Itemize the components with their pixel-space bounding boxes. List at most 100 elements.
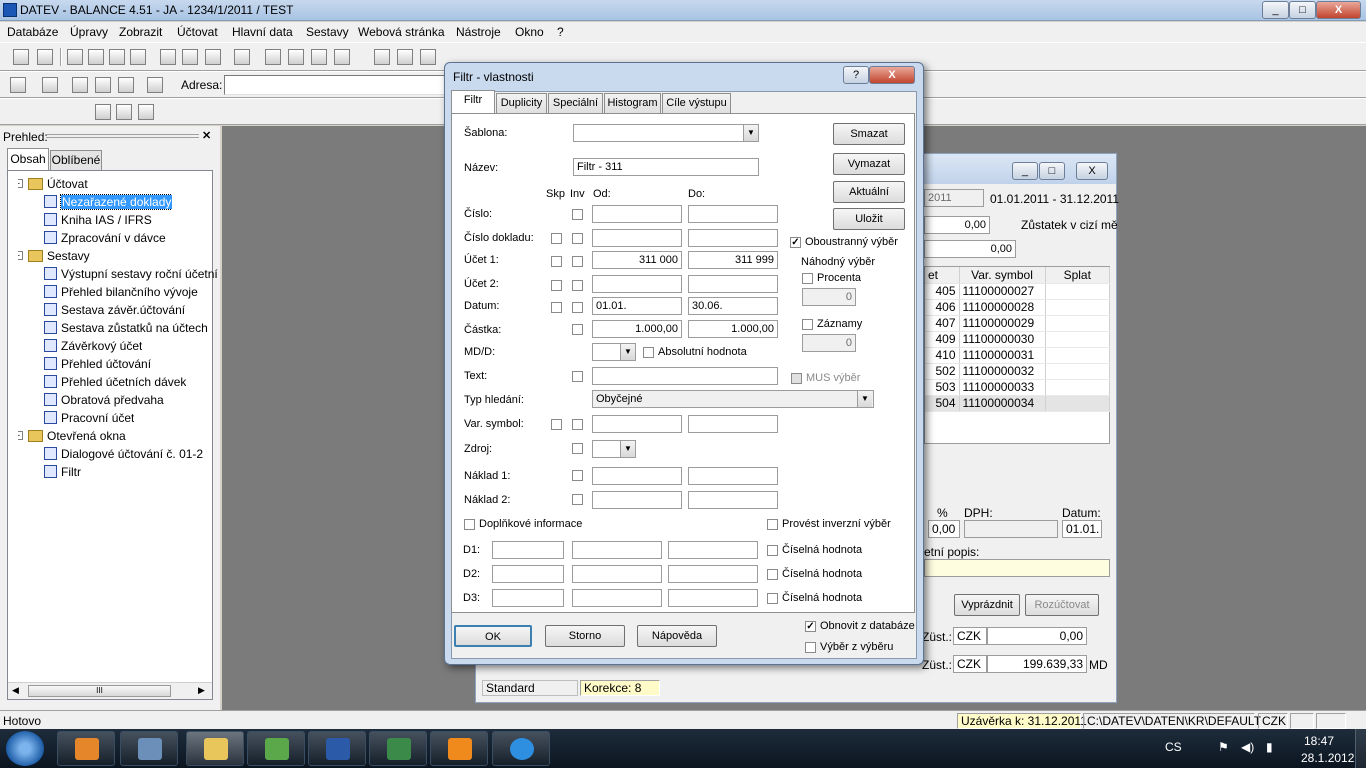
d3-input-2[interactable] (572, 589, 662, 607)
menu-zobrazit[interactable]: Zobrazit (119, 25, 162, 39)
smazat-button[interactable]: Smazat (833, 123, 905, 145)
zaznamy-checkbox[interactable] (802, 319, 813, 330)
table-row[interactable]: 407 11100000029 (925, 315, 1110, 332)
tree-item[interactable]: Sestava závěr.účtování (44, 301, 185, 319)
cut-icon[interactable] (109, 49, 125, 65)
cislo-dokladu-od-input[interactable] (592, 229, 682, 247)
castka-od-input[interactable]: 1.000,00 (592, 320, 682, 338)
aktualni-button[interactable]: Aktuální (833, 181, 905, 203)
taskbar-datev[interactable] (369, 731, 427, 766)
menu-help[interactable]: ? (557, 25, 564, 39)
tree-item[interactable]: Dialogové účtování č. 01-2 (44, 445, 203, 463)
refresh-icon[interactable] (95, 77, 111, 93)
properties-icon[interactable] (182, 49, 198, 65)
find-icon[interactable] (160, 49, 176, 65)
tree-item[interactable]: Filtr (44, 463, 81, 481)
napoveda-button[interactable]: Nápověda (637, 625, 717, 647)
taskbar-vlc[interactable] (430, 731, 488, 766)
bgwin-close-button[interactable]: X (1076, 162, 1108, 180)
ucet2-skp-checkbox[interactable] (551, 280, 562, 291)
procenta-input[interactable]: 0 (802, 288, 856, 306)
sidebar-grip[interactable] (46, 134, 199, 138)
var-symbol-inv-checkbox[interactable] (572, 419, 583, 430)
tab-filtr[interactable]: Filtr (451, 90, 495, 114)
print-icon[interactable] (67, 49, 83, 65)
procenta-checkbox[interactable] (802, 273, 813, 284)
vyprazdnit-button[interactable]: Vyprázdnit (954, 594, 1020, 616)
forward-icon[interactable] (42, 77, 58, 93)
zdroj-inv-checkbox[interactable] (572, 443, 583, 454)
absolutni-checkbox[interactable] (643, 347, 654, 358)
d3-input-1[interactable] (492, 589, 564, 607)
d2-input-2[interactable] (572, 565, 662, 583)
chart-icon[interactable] (311, 49, 327, 65)
naklad2-inv-checkbox[interactable] (572, 494, 583, 505)
edit-icon[interactable] (397, 49, 413, 65)
monitor-icon[interactable] (265, 49, 281, 65)
menu-sestavy[interactable]: Sestavy (306, 25, 349, 39)
sablona-dropdown-icon[interactable]: ▼ (743, 125, 758, 141)
table-row[interactable]: 405 11100000027 (925, 283, 1110, 300)
table-row[interactable]: 504 11100000034 (925, 395, 1110, 412)
tree-item[interactable]: Nezařazené doklady (44, 193, 173, 211)
clock-date[interactable]: 28.1.2012 (1301, 751, 1354, 765)
document-icon[interactable] (95, 104, 111, 120)
cislo-inv-checkbox[interactable] (572, 209, 583, 220)
start-button[interactable] (6, 731, 44, 766)
menu-uctovat[interactable]: Účtovat (177, 25, 218, 39)
ucet1-skp-checkbox[interactable] (551, 256, 562, 267)
zdroj-dropdown-icon[interactable]: ▼ (620, 441, 635, 457)
tree-item[interactable]: Kniha IAS / IFRS (44, 211, 152, 229)
new-icon[interactable] (13, 49, 29, 65)
text-input[interactable] (592, 367, 778, 385)
list-icon[interactable] (205, 49, 221, 65)
tab-oblibene[interactable]: Oblíbené (50, 150, 102, 170)
cislo-dokladu-do-input[interactable] (688, 229, 778, 247)
var-symbol-od-input[interactable] (592, 415, 682, 433)
datum-do-input[interactable]: 30.06. (688, 297, 778, 315)
table-row[interactable]: 502 11100000032 (925, 363, 1110, 380)
open-icon[interactable] (37, 49, 53, 65)
bgwin-maximize-button[interactable]: □ (1039, 162, 1065, 180)
collapse-icon[interactable]: - (18, 179, 23, 188)
d2-input-3[interactable] (668, 565, 758, 583)
cislo-dokladu-skp-checkbox[interactable] (551, 233, 562, 244)
bgwin-minimize-button[interactable]: _ (1012, 162, 1038, 180)
nazev-input[interactable]: Filtr - 311 (573, 158, 759, 176)
tree-item[interactable]: Pracovní účet (44, 409, 134, 427)
d1-input-3[interactable] (668, 541, 758, 559)
tree-item[interactable]: Obratová předvaha (44, 391, 164, 409)
tab-histogram[interactable]: Histogram (604, 93, 661, 113)
typ-hledani-select[interactable]: Obyčejné (592, 390, 874, 408)
table-row[interactable]: 503 11100000033 (925, 379, 1110, 396)
dialog-help-button[interactable]: ? (843, 66, 869, 84)
tree-hscrollbar[interactable]: ◀ III ▶ (8, 682, 212, 699)
d2-ciselna-checkbox[interactable] (767, 569, 778, 580)
castka-inv-checkbox[interactable] (572, 324, 583, 335)
taskbar-explorer[interactable] (186, 731, 244, 766)
pct-value[interactable]: 0,00 (928, 520, 960, 538)
typ-hledani-dropdown-icon[interactable]: ▼ (857, 391, 872, 407)
ucet1-inv-checkbox[interactable] (572, 256, 583, 267)
flag-icon[interactable]: ⚑ (1218, 740, 1229, 754)
tree-item[interactable]: Přehled účtování (44, 355, 151, 373)
mus-checkbox[interactable] (791, 373, 802, 384)
zaznamy-input[interactable]: 0 (802, 334, 856, 352)
address-input[interactable] (224, 75, 446, 95)
naklad2-od-input[interactable] (592, 491, 682, 509)
naklad1-od-input[interactable] (592, 467, 682, 485)
show-desktop-button[interactable] (1355, 729, 1366, 768)
castka-do-input[interactable]: 1.000,00 (688, 320, 778, 338)
d1-ciselna-checkbox[interactable] (767, 545, 778, 556)
naklad2-do-input[interactable] (688, 491, 778, 509)
volume-icon[interactable]: ◀) (1241, 740, 1254, 754)
popis-input[interactable] (924, 559, 1110, 577)
naklad1-inv-checkbox[interactable] (572, 470, 583, 481)
print-preview-icon[interactable] (88, 49, 104, 65)
stop-icon[interactable] (72, 77, 88, 93)
cislo-do-input[interactable] (688, 205, 778, 223)
text-inv-checkbox[interactable] (572, 371, 583, 382)
oboustranny-checkbox[interactable]: ✓ (790, 237, 801, 248)
calculator-icon[interactable] (288, 49, 304, 65)
var-symbol-do-input[interactable] (688, 415, 778, 433)
